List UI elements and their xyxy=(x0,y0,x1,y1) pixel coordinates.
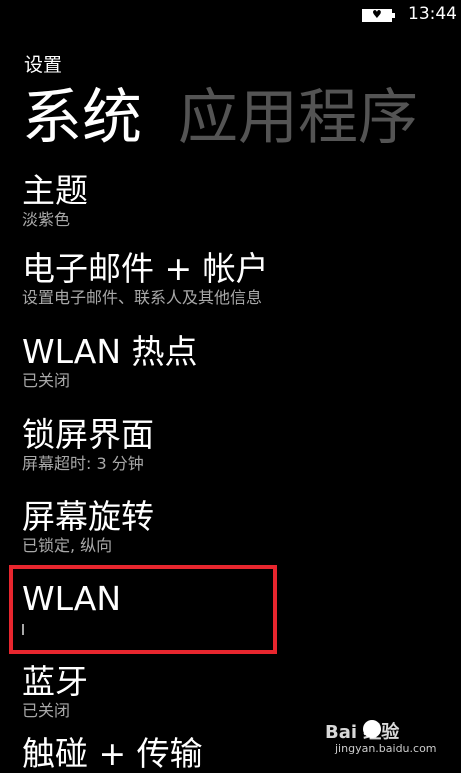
highlight-box xyxy=(9,565,277,654)
watermark-url: jingyan.baidu.com xyxy=(335,742,437,755)
watermark-logo: Bai 经验 jingyan.baidu.com xyxy=(325,718,437,758)
clock: 13:44 xyxy=(408,4,457,24)
list-item-theme[interactable]: 主题 淡紫色 xyxy=(22,172,442,230)
item-title: 主题 xyxy=(22,171,88,210)
battery-icon: ♥ xyxy=(362,8,395,22)
breadcrumb: 设置 xyxy=(24,54,63,76)
status-bar: ♥ 13:44 xyxy=(0,0,461,32)
item-subtitle: 已锁定, 纵向 xyxy=(22,536,113,555)
pivot-header: 系统 应用程序 xyxy=(22,78,418,158)
item-title: 锁屏界面 xyxy=(22,415,154,454)
tab-system[interactable]: 系统 xyxy=(22,83,142,153)
item-title: 蓝牙 xyxy=(22,662,88,701)
item-subtitle: 已关闭 xyxy=(22,371,71,390)
list-item-screen-rotation[interactable]: 屏幕旋转 已锁定, 纵向 xyxy=(22,498,442,556)
paw-icon xyxy=(363,720,381,738)
item-title: WLAN 热点 xyxy=(22,332,198,371)
list-item-wlan-hotspot[interactable]: WLAN 热点 已关闭 xyxy=(22,333,442,391)
list-item-email-accounts[interactable]: 电子邮件 + 帐户 设置电子邮件、联系人及其他信息 xyxy=(22,250,442,308)
item-title: 屏幕旋转 xyxy=(22,497,154,536)
heart-icon: ♥ xyxy=(372,8,382,21)
tab-applications[interactable]: 应用程序 xyxy=(178,83,418,153)
list-item-bluetooth[interactable]: 蓝牙 已关闭 xyxy=(22,663,442,721)
item-subtitle: 淡紫色 xyxy=(22,210,71,229)
list-item-lock-screen[interactable]: 锁屏界面 屏幕超时: 3 分钟 xyxy=(22,416,442,474)
item-subtitle: 屏幕超时: 3 分钟 xyxy=(22,454,144,473)
watermark-brand: Bai 经验 xyxy=(325,722,400,743)
item-subtitle: 设置电子邮件、联系人及其他信息 xyxy=(22,288,263,307)
item-title: 电子邮件 + 帐户 xyxy=(22,249,269,288)
